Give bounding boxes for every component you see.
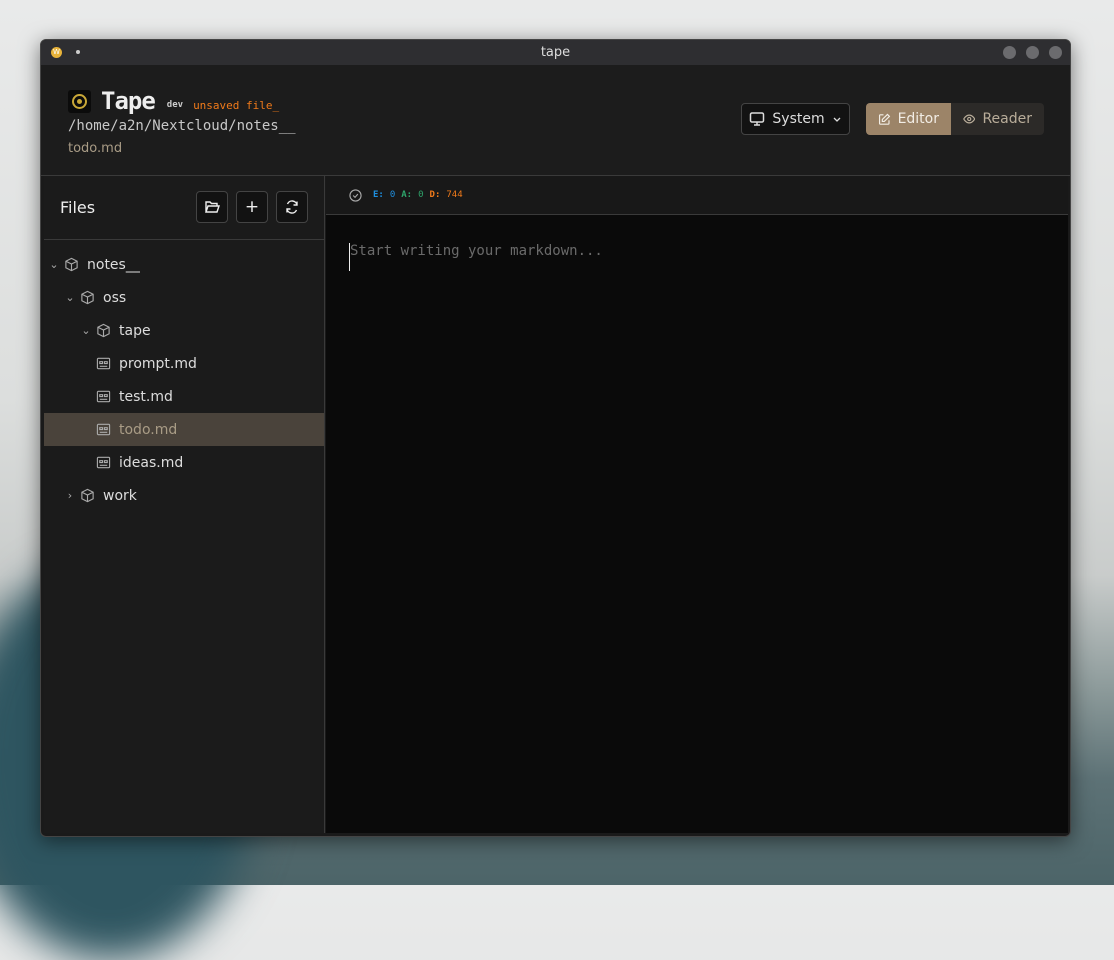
tree-item-label: prompt.md [119,355,197,372]
reader-mode-label: Reader [982,111,1032,127]
status-bar: E: 0 A: 0 D: 744 [326,176,1068,215]
theme-select-label: System [772,111,825,127]
window-title: tape [540,45,571,60]
annotations-label: A: [401,190,413,200]
file-sidebar: Files + ⌄ notes__ ⌄ oss ⌄ tape prompt.md test.m… [44,176,325,833]
tree-item-label: work [103,487,137,504]
chevron-down-icon[interactable]: ⌄ [80,324,92,337]
tree-folder[interactable]: ⌄ oss [44,281,324,314]
errors-label: E: [373,190,384,200]
edit-icon [878,113,891,125]
chevron-down-icon [833,117,841,122]
tree-item-label: notes__ [87,256,140,273]
tree-file[interactable]: test.md [44,380,324,413]
editor-pane: E: 0 A: 0 D: 744 Start writing your mark… [326,176,1068,833]
eye-icon [963,114,976,124]
tree-folder[interactable]: ⌄ notes__ [44,248,324,281]
annotations-count: 0 [418,190,424,200]
app-header: Tape dev unsaved file_ /home/a2n/Nextclo… [41,65,1070,176]
theme-select[interactable]: System [741,103,850,135]
file-tree: ⌄ notes__ ⌄ oss ⌄ tape prompt.md test.md todo.md… [44,240,324,512]
tree-file[interactable]: prompt.md [44,347,324,380]
folder-icon [64,257,79,272]
chevron-right-icon[interactable]: › [64,489,76,502]
close-button[interactable] [1049,46,1062,59]
current-file: todo.md [68,141,123,156]
tree-item-label: ideas.md [119,454,184,471]
tree-item-label: test.md [119,388,173,405]
minimize-button[interactable] [1003,46,1016,59]
pin-dot-icon[interactable] [76,50,80,54]
refresh-button[interactable] [276,191,308,223]
new-file-button[interactable]: + [236,191,268,223]
file-icon [96,389,111,404]
plus-icon: + [244,197,260,217]
monitor-icon [750,112,765,126]
file-icon [96,422,111,437]
tree-file[interactable]: todo.md [44,413,324,446]
folder-icon [80,290,95,305]
mode-toggle: Editor Reader [866,103,1044,135]
tape-logo-icon [68,89,91,113]
d-count: 744 [446,190,463,200]
open-folder-button[interactable] [196,191,228,223]
markdown-editor[interactable]: Start writing your markdown... [349,243,649,271]
file-icon [96,455,111,470]
folder-path: /home/a2n/Nextcloud/notes__ [68,118,296,134]
reader-mode-button[interactable]: Reader [951,103,1044,135]
chevron-down-icon[interactable]: ⌄ [64,291,76,304]
tree-folder[interactable]: ⌄ tape [44,314,324,347]
tree-item-label: todo.md [119,421,178,438]
folder-icon [80,488,95,503]
errors-count: 0 [389,190,396,200]
title-bar: W tape [41,40,1070,65]
editor-mode-button[interactable]: Editor [866,103,951,135]
file-icon [96,356,111,371]
check-circle-icon [349,188,362,202]
sidebar-title: Files [60,198,96,217]
editor-mode-label: Editor [897,111,939,127]
refresh-icon [286,200,298,214]
maximize-button[interactable] [1026,46,1039,59]
dev-badge: dev [166,100,184,110]
tree-item-label: oss [103,289,127,306]
tree-item-label: tape [119,322,151,339]
folder-open-icon [205,201,220,213]
chevron-down-icon[interactable]: ⌄ [48,258,60,271]
d-label: D: [429,190,441,200]
app-icon: W [51,47,62,58]
tree-folder[interactable]: › work [44,479,324,512]
unsaved-indicator: unsaved file_ [193,98,280,112]
tree-file[interactable]: ideas.md [44,446,324,479]
app-name: Tape [101,87,156,115]
folder-icon [96,323,111,338]
app-window: W tape Tape dev unsaved file_ /home/a2n/… [40,39,1071,837]
